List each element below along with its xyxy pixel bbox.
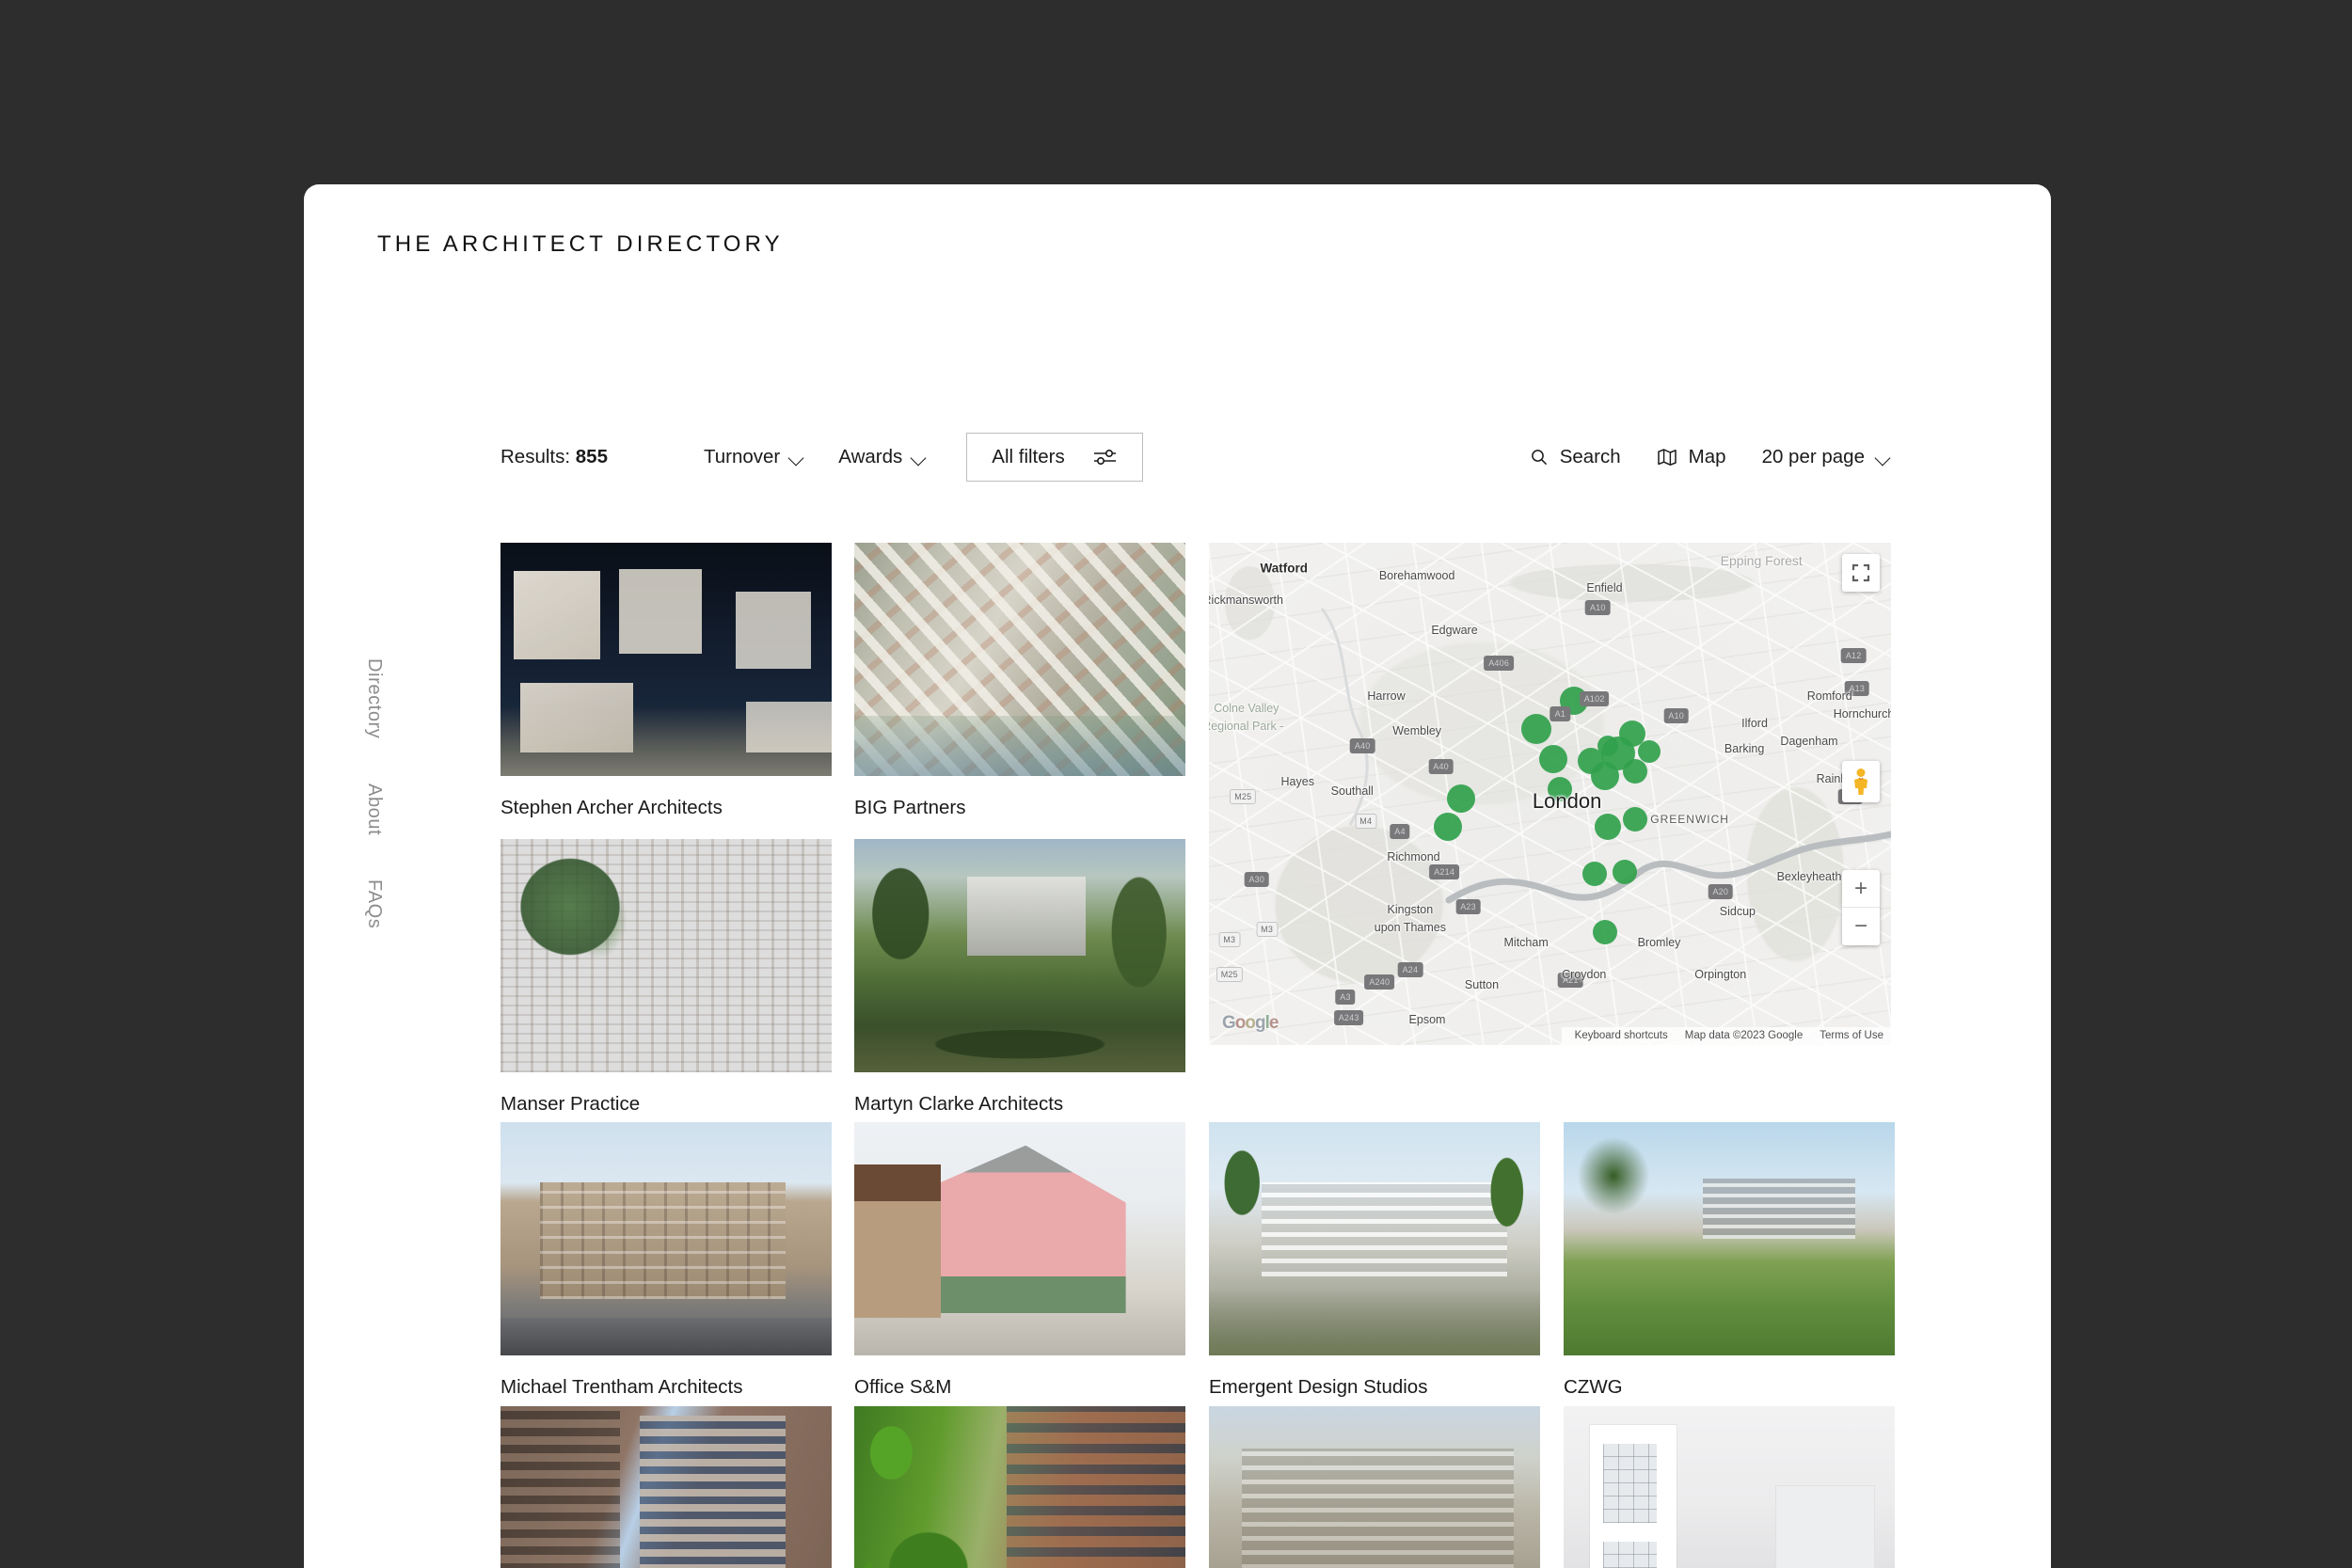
turnover-dropdown[interactable]: Turnover (704, 446, 804, 468)
map-marker[interactable] (1593, 920, 1617, 944)
map-keyboard-shortcuts-link[interactable]: Keyboard shortcuts (1575, 1030, 1668, 1041)
toolbar-right-group: Search Map 20 per page (1530, 428, 1891, 486)
search-label: Search (1560, 446, 1621, 468)
map-street-view-pegman[interactable] (1842, 761, 1880, 802)
result-card[interactable]: Stephen Archer Architects (501, 543, 832, 819)
map-zoom-in-button[interactable]: + (1842, 870, 1880, 908)
all-filters-label: All filters (992, 446, 1064, 468)
per-page-dropdown[interactable]: 20 per page (1762, 446, 1891, 468)
map-marker[interactable] (1548, 777, 1572, 801)
chevron-down-icon (789, 452, 804, 462)
sidebar-item-faqs[interactable]: FAQs (363, 879, 385, 928)
map-attribution-bar: Keyboard shortcuts Map data ©2023 Google… (1562, 1027, 1891, 1045)
result-thumbnail (854, 543, 1185, 776)
result-thumbnail (854, 1122, 1185, 1355)
result-name: Michael Trentham Architects (501, 1376, 832, 1399)
result-card[interactable] (1209, 1406, 1540, 1568)
search-icon (1530, 448, 1549, 467)
result-thumbnail (501, 1122, 832, 1355)
result-card[interactable]: Emergent Design Studios (1209, 1122, 1540, 1399)
map-marker[interactable] (1447, 784, 1475, 813)
result-card[interactable]: Office S&M (854, 1122, 1185, 1399)
result-card[interactable]: Manser Practice (501, 839, 832, 1116)
result-card[interactable]: CZWG (1564, 1122, 1895, 1399)
result-thumbnail (501, 1406, 832, 1568)
result-card[interactable]: Martyn Clarke Architects (854, 839, 1185, 1116)
awards-dropdown[interactable]: Awards (838, 446, 927, 468)
all-filters-button[interactable]: All filters (966, 433, 1142, 482)
toolbar-left-group: Results: 855 Turnover Awards All filters (501, 428, 1143, 486)
map-zoom-controls[interactable]: + − (1842, 870, 1880, 945)
map-data-attribution: Map data ©2023 Google (1685, 1030, 1803, 1041)
chevron-down-icon (912, 452, 927, 462)
result-card[interactable]: BIG Partners (854, 543, 1185, 819)
map-marker[interactable] (1638, 740, 1661, 763)
result-card[interactable]: Michael Trentham Architects (501, 1122, 832, 1399)
map-marker[interactable] (1582, 862, 1607, 886)
map-marker[interactable] (1597, 736, 1618, 756)
result-name: Office S&M (854, 1376, 1185, 1399)
sliders-icon (1093, 448, 1118, 467)
result-card[interactable] (501, 1406, 832, 1568)
map-marker[interactable] (1560, 687, 1588, 715)
per-page-label: 20 per page (1762, 446, 1865, 468)
turnover-label: Turnover (704, 446, 780, 468)
chevron-down-icon (1876, 452, 1891, 462)
result-thumbnail (1564, 1406, 1895, 1568)
sidebar-item-directory[interactable]: Directory (363, 658, 385, 738)
map-fullscreen-button[interactable] (1842, 554, 1880, 592)
map-label: Map (1689, 446, 1726, 468)
result-thumbnail (854, 1406, 1185, 1568)
map-marker[interactable] (1595, 814, 1621, 840)
result-card[interactable] (1564, 1406, 1895, 1568)
results-toolbar: Results: 855 Turnover Awards All filters (501, 428, 1891, 486)
fullscreen-icon (1842, 554, 1880, 592)
results-number: 855 (576, 446, 608, 467)
result-thumbnail (501, 543, 832, 776)
pegman-icon (1851, 768, 1871, 796)
map-marker[interactable] (1434, 813, 1462, 841)
result-name: BIG Partners (854, 797, 1185, 819)
map-toggle-button[interactable]: Map (1657, 446, 1726, 468)
search-button[interactable]: Search (1530, 446, 1621, 468)
result-thumbnail (1209, 1122, 1540, 1355)
results-label: Results: (501, 446, 570, 467)
map-marker[interactable] (1521, 714, 1551, 744)
vertical-nav: Directory About FAQs (363, 658, 401, 928)
screen: THE ARCHITECT DIRECTORY Directory About … (0, 0, 2352, 1568)
page-title: THE ARCHITECT DIRECTORY (377, 231, 784, 258)
map-icon (1657, 448, 1677, 467)
awards-label: Awards (838, 446, 902, 468)
result-name: Emergent Design Studios (1209, 1376, 1540, 1399)
decorative-window-grid (1603, 1542, 1656, 1568)
browser-panel: THE ARCHITECT DIRECTORY Directory About … (304, 184, 2051, 1568)
result-name: Stephen Archer Architects (501, 797, 832, 819)
map-terms-link[interactable]: Terms of Use (1820, 1030, 1883, 1041)
map-zoom-out-button[interactable]: − (1842, 908, 1880, 945)
sidebar-item-about[interactable]: About (363, 784, 385, 835)
result-name: CZWG (1564, 1376, 1895, 1399)
result-thumbnail (1209, 1406, 1540, 1568)
results-count: Results: 855 (501, 446, 608, 468)
decorative-window-grid (1603, 1444, 1656, 1523)
result-thumbnail (854, 839, 1185, 1072)
map-panel[interactable]: A10A406A102A1A12A13A10A40A40M25M4A4A13A3… (1209, 543, 1891, 1045)
result-name: Martyn Clarke Architects (854, 1093, 1185, 1116)
result-name: Manser Practice (501, 1093, 832, 1116)
result-card[interactable] (854, 1406, 1185, 1568)
map-marker[interactable] (1539, 745, 1567, 773)
map-marker[interactable] (1613, 860, 1637, 884)
result-thumbnail (501, 839, 832, 1072)
result-thumbnail (1564, 1122, 1895, 1355)
map-marker[interactable] (1623, 807, 1647, 832)
map-marker[interactable] (1623, 759, 1647, 784)
